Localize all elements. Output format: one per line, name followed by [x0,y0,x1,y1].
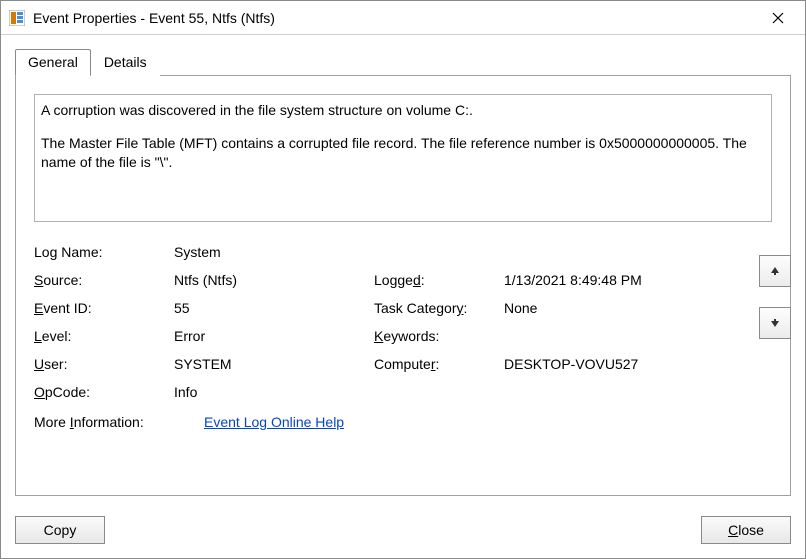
opcode-label: OpCode: [34,384,174,400]
eventid-label: Event ID: [34,300,174,316]
event-properties-window: Event Properties - Event 55, Ntfs (Ntfs)… [0,0,806,559]
computer-label: Computer: [374,356,504,372]
fields-grid: Log Name: System Source: Ntfs (Ntfs) Log… [34,244,772,442]
logname-label: Log Name: [34,244,174,260]
prev-event-button[interactable] [759,255,791,287]
window-title: Event Properties - Event 55, Ntfs (Ntfs) [33,10,755,26]
eventid-value: 55 [174,300,374,316]
logged-value: 1/13/2021 8:49:48 PM [504,272,772,288]
close-button[interactable]: Close [701,516,791,544]
next-event-button[interactable] [759,307,791,339]
moreinfo-label: More Information: [34,414,204,430]
logged-label: Logged: [374,272,504,288]
description-line-1: A corruption was discovered in the file … [41,101,763,120]
computer-value: DESKTOP-VOVU527 [504,356,772,372]
moreinfo-link[interactable]: Event Log Online Help [204,414,344,430]
user-value: SYSTEM [174,356,374,372]
taskcat-label: Task Category: [374,300,504,316]
logname-value: System [174,244,374,260]
bottom-button-bar: Copy Close [1,506,805,558]
content-area: General Details A corruption was discove… [1,35,805,506]
nav-arrows [759,255,791,339]
opcode-value: Info [174,384,374,400]
tab-strip: General Details [15,49,791,76]
tab-details[interactable]: Details [91,49,160,76]
titlebar: Event Properties - Event 55, Ntfs (Ntfs) [1,1,805,35]
level-label: Level: [34,328,174,344]
copy-button[interactable]: Copy [15,516,105,544]
taskcat-value: None [504,300,772,316]
description-line-2: The Master File Table (MFT) contains a c… [41,134,763,172]
user-label: User: [34,356,174,372]
description-box[interactable]: A corruption was discovered in the file … [34,94,772,222]
tab-general[interactable]: General [15,49,91,76]
tab-panel-general: A corruption was discovered in the file … [15,75,791,496]
window-close-button[interactable] [755,4,801,32]
app-icon [9,10,25,26]
keywords-label: Keywords: [374,328,504,344]
source-value: Ntfs (Ntfs) [174,272,374,288]
level-value: Error [174,328,374,344]
source-label: Source: [34,272,174,288]
